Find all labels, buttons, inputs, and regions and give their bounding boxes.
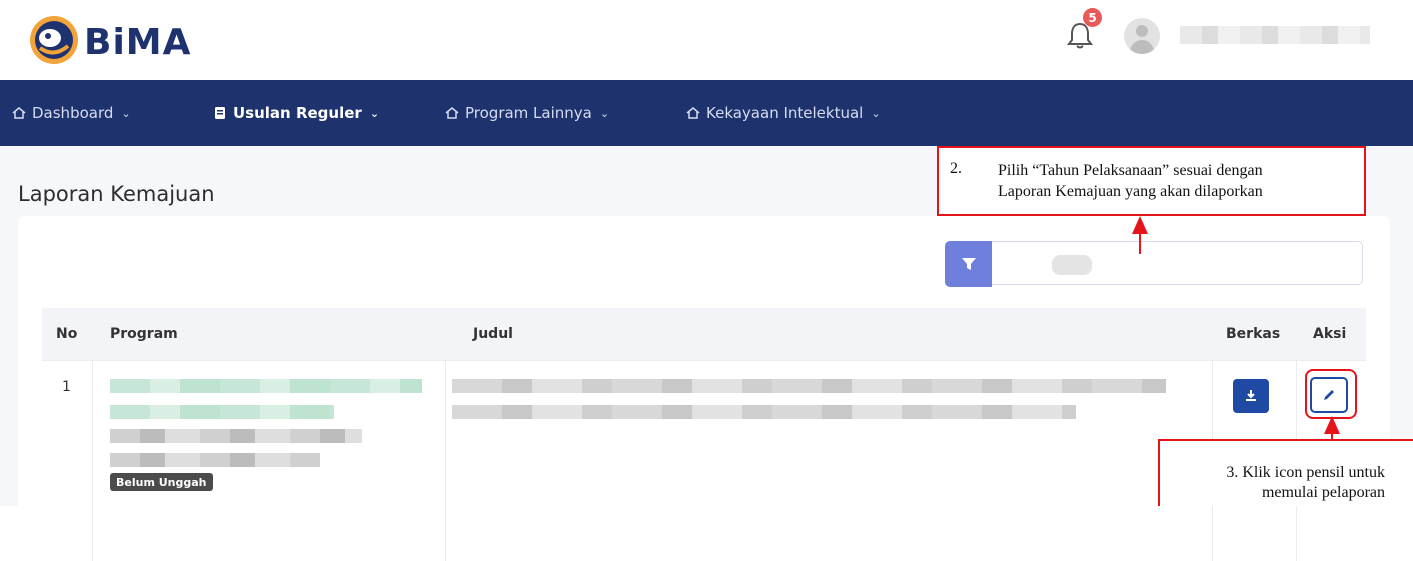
filter-button[interactable] [945, 241, 992, 287]
app-header: BiMA 5 [0, 0, 1413, 80]
download-button[interactable] [1233, 379, 1269, 413]
annotation-step-2-text: Pilih “Tahun Pelaksanaan” sesuai dengan … [998, 160, 1358, 202]
bima-logo[interactable]: BiMA [28, 12, 218, 68]
annotation-step-3-text: 3. Klik icon pensil untuk memulai pelapo… [1226, 463, 1385, 503]
arrow-up-icon [1132, 216, 1148, 234]
chevron-down-icon: ⌄ [369, 106, 380, 120]
annotation-arrow-line [1139, 232, 1141, 254]
nav-dashboard[interactable]: Dashboard ⌄ [12, 80, 131, 146]
arrow-up-icon [1324, 416, 1340, 434]
column-header-judul: Judul [473, 326, 513, 342]
edit-button-highlight [1305, 369, 1357, 419]
program-detail-redacted [110, 453, 320, 467]
annotation-step-2: 2. Pilih “Tahun Pelaksanaan” sesuai deng… [937, 146, 1366, 216]
download-icon [1246, 390, 1256, 401]
nav-program-lainnya[interactable]: Program Lainnya ⌄ [445, 80, 609, 146]
home-icon [686, 107, 700, 119]
chevron-down-icon: ⌄ [599, 106, 610, 120]
nav-kekayaan-intelektual-label: Kekayaan Intelektual [706, 104, 864, 122]
program-name-redacted [110, 379, 422, 393]
column-header-aksi: Aksi [1313, 326, 1347, 342]
chevron-down-icon: ⌄ [121, 106, 131, 120]
title-redacted [452, 379, 1166, 393]
document-icon [215, 107, 225, 119]
row-number: 1 [62, 379, 71, 395]
chevron-down-icon: ⌄ [871, 106, 881, 120]
column-header-no: No [56, 326, 78, 342]
annotation-step-3-line-1: 3. Klik icon pensil untuk [1226, 464, 1385, 481]
table-header: No Program Judul Berkas Aksi [42, 308, 1366, 360]
filter-icon [961, 258, 976, 270]
annotation-step-2-line-2: Laporan Kemajuan yang akan dilaporkan [998, 183, 1263, 200]
year-select[interactable] [992, 241, 1363, 285]
bima-mascot-icon [30, 16, 78, 64]
program-name-redacted [110, 405, 334, 419]
logo-text: BiMA [84, 22, 192, 63]
notification-badge: 5 [1083, 8, 1102, 27]
main-navbar: Dashboard ⌄ Usulan Reguler ⌄ Program Lai… [0, 80, 1413, 146]
title-redacted [452, 405, 1076, 419]
nav-dashboard-label: Dashboard [32, 104, 114, 122]
page-title: Laporan Kemajuan [18, 182, 215, 206]
home-icon [12, 107, 26, 119]
nav-usulan-reguler[interactable]: Usulan Reguler ⌄ [213, 80, 379, 146]
column-header-program: Program [110, 326, 178, 342]
user-avatar[interactable] [1124, 18, 1160, 54]
home-icon [445, 107, 459, 119]
selected-year-redacted [1052, 255, 1092, 275]
annotation-step-2-number: 2. [950, 160, 962, 177]
status-badge: Belum Unggah [110, 473, 213, 491]
annotation-step-3: 3. Klik icon pensil untuk memulai pelapo… [1158, 439, 1413, 506]
annotation-step-3-line-2: memulai pelaporan [1261, 484, 1385, 501]
year-filter [945, 241, 1365, 287]
user-name-redacted[interactable] [1180, 26, 1370, 44]
nav-kekayaan-intelektual[interactable]: Kekayaan Intelektual ⌄ [686, 80, 881, 146]
nav-usulan-reguler-label: Usulan Reguler [233, 104, 362, 122]
nav-program-lainnya-label: Program Lainnya [465, 104, 592, 122]
program-detail-redacted [110, 429, 362, 443]
annotation-step-2-line-1: Pilih “Tahun Pelaksanaan” sesuai dengan [998, 162, 1263, 179]
column-header-berkas: Berkas [1226, 326, 1281, 342]
